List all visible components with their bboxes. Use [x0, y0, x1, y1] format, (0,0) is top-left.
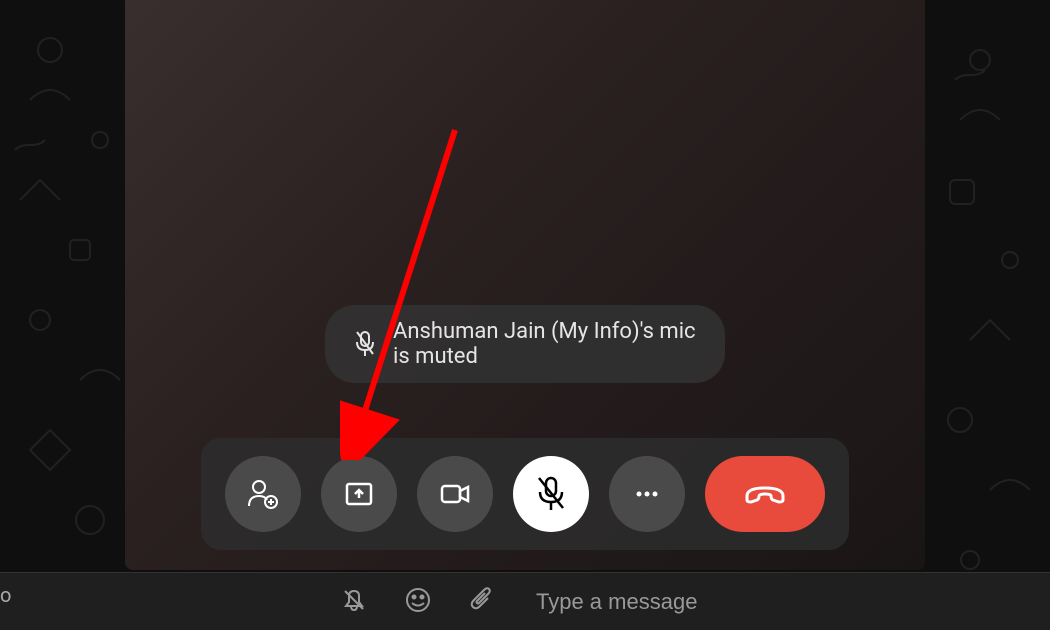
mute-notifications-icon[interactable]	[340, 586, 368, 618]
attachment-icon[interactable]	[468, 586, 496, 618]
microphone-button[interactable]	[513, 456, 589, 532]
more-options-button[interactable]	[609, 456, 685, 532]
chat-input-bar: o	[0, 572, 1050, 630]
message-input[interactable]	[536, 589, 1030, 615]
camera-icon	[437, 476, 473, 512]
video-call-window: Anshuman Jain (My Info)'s mic is muted	[125, 0, 925, 570]
share-screen-icon	[341, 476, 377, 512]
add-participant-icon	[245, 476, 281, 512]
end-call-button[interactable]	[705, 456, 825, 532]
emoji-icon[interactable]	[404, 586, 432, 618]
mute-notification-text: Anshuman Jain (My Info)'s mic is muted	[393, 319, 697, 369]
mute-notification: Anshuman Jain (My Info)'s mic is muted	[325, 305, 725, 383]
mic-muted-icon	[353, 330, 377, 358]
share-screen-button[interactable]	[321, 456, 397, 532]
partial-text: o	[0, 583, 11, 607]
add-participant-button[interactable]	[225, 456, 301, 532]
more-icon	[629, 476, 665, 512]
end-call-icon	[741, 476, 789, 512]
camera-button[interactable]	[417, 456, 493, 532]
call-controls	[201, 438, 849, 550]
mic-muted-icon	[533, 474, 569, 514]
